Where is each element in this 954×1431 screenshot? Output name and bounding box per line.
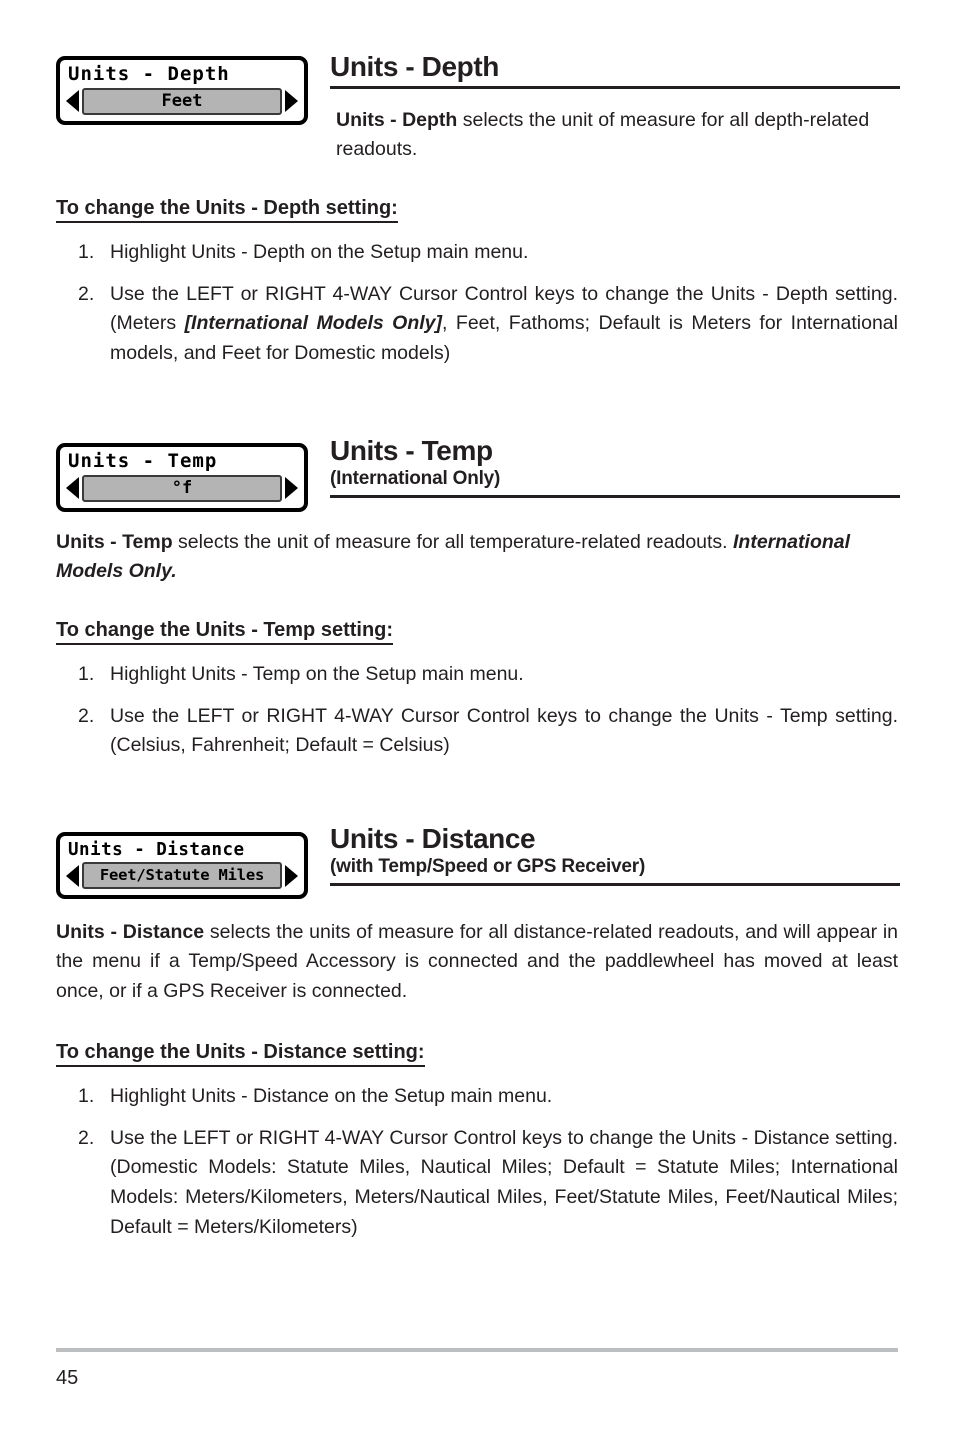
list-item: 1. Highlight Units - Temp on the Setup m… bbox=[78, 660, 898, 690]
lcd-widget-value: Feet bbox=[82, 87, 282, 115]
list-item-number: 1. bbox=[78, 663, 95, 685]
heading-rule bbox=[330, 86, 900, 90]
section-intro-temp: Units - Temp selects the unit of measure… bbox=[56, 531, 851, 583]
section-heading-temp: Units - Temp (International Only) bbox=[330, 435, 900, 499]
right-arrow-icon[interactable] bbox=[285, 90, 298, 113]
heading-rule bbox=[330, 495, 900, 499]
left-arrow-icon[interactable] bbox=[66, 864, 79, 887]
lcd-widget-title: Units - Distance bbox=[68, 840, 245, 860]
list-item: 1. Highlight Units - Distance on the Set… bbox=[78, 1082, 898, 1112]
list-item-text: Highlight Units - Depth on the Setup mai… bbox=[110, 241, 529, 263]
steps-list-depth: 1. Highlight Units - Depth on the Setup … bbox=[78, 238, 898, 381]
section-intro-depth: Units - Depth selects the unit of measur… bbox=[336, 109, 870, 161]
list-item-number: 2. bbox=[78, 1126, 95, 1149]
list-item-text: Highlight Units - Temp on the Setup main… bbox=[110, 663, 524, 685]
section-heading-distance: Units - Distance (with Temp/Speed or GPS… bbox=[330, 823, 900, 887]
list-item-number: 2. bbox=[78, 704, 95, 727]
left-arrow-icon[interactable] bbox=[66, 90, 79, 113]
lcd-menu-widget-temp: Units - Temp °f bbox=[56, 443, 308, 512]
right-arrow-icon[interactable] bbox=[285, 864, 298, 887]
lcd-menu-widget-depth: Units - Depth Feet bbox=[56, 56, 308, 125]
section-subtitle: (International Only) bbox=[330, 468, 501, 490]
lcd-widget-selector: °f bbox=[66, 474, 298, 502]
list-item-number: 1. bbox=[78, 1085, 95, 1107]
steps-list-distance: 1. Highlight Units - Distance on the Set… bbox=[78, 1082, 898, 1254]
list-item-text: Use the LEFT or RIGHT 4-WAY Cursor Contr… bbox=[110, 1126, 898, 1238]
lcd-widget-title: Units - Depth bbox=[68, 63, 230, 85]
lcd-widget-value: Feet/Statute Miles bbox=[82, 862, 282, 890]
list-item-text: Use the LEFT or RIGHT 4-WAY Cursor Contr… bbox=[110, 282, 898, 364]
list-item: 2. Use the LEFT or RIGHT 4-WAY Cursor Co… bbox=[78, 1124, 898, 1243]
left-arrow-icon[interactable] bbox=[66, 477, 79, 500]
heading-rule bbox=[330, 883, 900, 887]
section-intro-distance: Units - Distance selects the units of me… bbox=[56, 921, 899, 1002]
footer-divider bbox=[56, 1348, 898, 1352]
list-item: 1. Highlight Units - Depth on the Setup … bbox=[78, 238, 898, 268]
page-number: 45 bbox=[56, 1367, 79, 1389]
lcd-widget-selector: Feet bbox=[66, 87, 298, 115]
list-item-number: 1. bbox=[78, 241, 95, 263]
instruction-heading-depth: To change the Units - Depth setting: bbox=[56, 196, 398, 223]
list-item-text: Use the LEFT or RIGHT 4-WAY Cursor Contr… bbox=[110, 704, 898, 757]
right-arrow-icon[interactable] bbox=[285, 477, 298, 500]
manual-page: Units - Depth Feet Units - Depth Units -… bbox=[0, 0, 954, 1431]
page-title: Units - Depth bbox=[330, 51, 500, 82]
page-title: Units - Temp bbox=[330, 435, 493, 466]
page-title: Units - Distance bbox=[330, 823, 536, 854]
list-item: 2. Use the LEFT or RIGHT 4-WAY Cursor Co… bbox=[78, 280, 898, 369]
list-item-text: Highlight Units - Distance on the Setup … bbox=[110, 1085, 553, 1107]
lcd-widget-selector: Feet/Statute Miles bbox=[66, 862, 298, 890]
lcd-widget-title: Units - Temp bbox=[68, 450, 218, 472]
steps-list-temp: 1. Highlight Units - Temp on the Setup m… bbox=[78, 660, 898, 773]
instruction-heading-distance: To change the Units - Distance setting: bbox=[56, 1040, 425, 1067]
section-heading-depth: Units - Depth bbox=[330, 51, 900, 90]
lcd-menu-widget-distance: Units - Distance Feet/Statute Miles bbox=[56, 832, 308, 900]
list-item: 2. Use the LEFT or RIGHT 4-WAY Cursor Co… bbox=[78, 702, 898, 761]
section-subtitle: (with Temp/Speed or GPS Receiver) bbox=[330, 856, 646, 878]
instruction-heading-temp: To change the Units - Temp setting: bbox=[56, 618, 394, 645]
list-item-number: 2. bbox=[78, 282, 95, 305]
lcd-widget-value: °f bbox=[82, 474, 282, 502]
